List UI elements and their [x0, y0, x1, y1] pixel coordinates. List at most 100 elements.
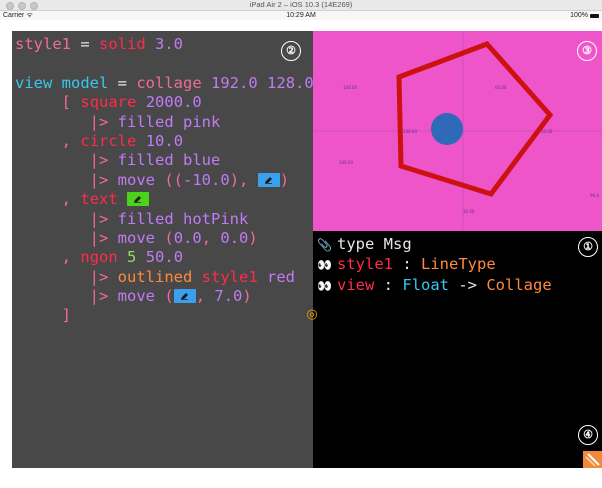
code-token: style1: [15, 35, 71, 53]
code-line[interactable]: , text: [15, 190, 313, 209]
ruler-icon: [585, 453, 600, 467]
code-token: ,: [61, 131, 72, 150]
ruler-tool-button[interactable]: [583, 451, 602, 468]
type-token: view: [337, 275, 375, 294]
code-line[interactable]: view model = collage 192.0 128.0: [15, 74, 313, 93]
code-token: |>: [89, 267, 109, 286]
green-value-picker-chip[interactable]: [127, 192, 150, 207]
code-line[interactable]: [ square 2000.0: [15, 93, 313, 112]
blue-value-picker-chip[interactable]: [173, 289, 196, 304]
pentagon-shape: [396, 41, 554, 197]
code-line[interactable]: |> filled pink: [15, 113, 313, 132]
canvas-pane-badge: ③: [577, 41, 597, 61]
code-token: =: [71, 35, 99, 53]
pencil-icon: [180, 293, 188, 300]
code-token: 7.0: [214, 287, 243, 306]
code-line[interactable]: ]: [15, 306, 313, 325]
code-line[interactable]: |> move (0.0, 0.0): [15, 229, 313, 248]
code-token: |>: [89, 228, 109, 247]
code-token: ,: [61, 190, 72, 209]
code-token: |>: [89, 287, 109, 306]
code-token: |>: [89, 151, 109, 170]
code-line[interactable]: |> move ((-10.0), ): [15, 171, 313, 190]
battery-status: 100%: [570, 11, 599, 20]
code-token: 5: [127, 248, 137, 267]
code-token: ): [279, 170, 290, 189]
canvas-axis-label: 140.00: [343, 85, 357, 90]
code-token: 128.0: [267, 73, 313, 92]
code-token: ,: [61, 248, 72, 267]
code-editor[interactable]: style1 = solid 3.0 view model = collage 1…: [12, 31, 313, 468]
pencil-icon: [264, 176, 272, 184]
code-token: =: [108, 73, 137, 92]
code-line[interactable]: [15, 54, 313, 73]
code-token: |>: [89, 170, 109, 189]
paperclip-icon: 📎: [317, 238, 332, 252]
code-token: model: [61, 73, 109, 92]
code-token: ): [248, 228, 258, 247]
code-token: ): [242, 287, 252, 306]
code-line[interactable]: , circle 10.0: [15, 132, 313, 151]
code-line[interactable]: |> move (, 7.0): [15, 287, 313, 306]
code-line[interactable]: style1 = solid 3.0: [15, 35, 313, 54]
code-token: ,: [195, 287, 215, 306]
type-signature-line: 👀 style1 : LineType: [317, 255, 552, 275]
pane-divider-handle[interactable]: ◎: [305, 308, 319, 322]
blue-value-picker-chip[interactable]: [257, 172, 280, 187]
code-line[interactable]: |> filled blue: [15, 151, 313, 170]
code-token: 10.0: [145, 131, 184, 150]
code-token: circle: [80, 131, 137, 150]
code-token: filled: [117, 112, 174, 131]
type-token: Collage: [486, 275, 552, 294]
code-token: ),: [229, 170, 258, 189]
code-token: filled: [117, 151, 174, 170]
eyes-icon: 👀: [317, 278, 332, 293]
code-token: ((: [164, 170, 184, 189]
code-line[interactable]: |> filled hotPink: [15, 210, 313, 229]
code-token: -10.0: [183, 170, 230, 189]
canvas-axis-label: 140.00: [339, 160, 353, 165]
code-token: ,: [201, 228, 221, 247]
battery-icon: [590, 13, 599, 18]
code-token: move: [117, 228, 155, 247]
code-line[interactable]: , ngon 5 50.0: [15, 248, 313, 267]
code-token: collage: [136, 73, 202, 92]
battery-percent: 100%: [570, 12, 588, 19]
code-text[interactable]: style1 = solid 3.0 view model = collage 1…: [15, 35, 313, 326]
code-token: red: [267, 267, 296, 286]
code-line[interactable]: |> outlined style1 red: [15, 268, 313, 287]
type-signatures: 📎 type Msg 👀 style1 : LineType 👀 view : Float…: [317, 235, 552, 296]
render-canvas[interactable]: 140.00 60.00 130.00 20.00 140.00 30.00 96.4 ③: [313, 31, 602, 231]
code-token: (: [164, 287, 174, 306]
code-token: style1: [201, 267, 258, 286]
code-token: (: [164, 228, 174, 247]
canvas-axis-label: 20.00: [541, 129, 553, 134]
canvas-axis-label: 130.00: [403, 129, 417, 134]
code-token: view: [15, 73, 53, 92]
